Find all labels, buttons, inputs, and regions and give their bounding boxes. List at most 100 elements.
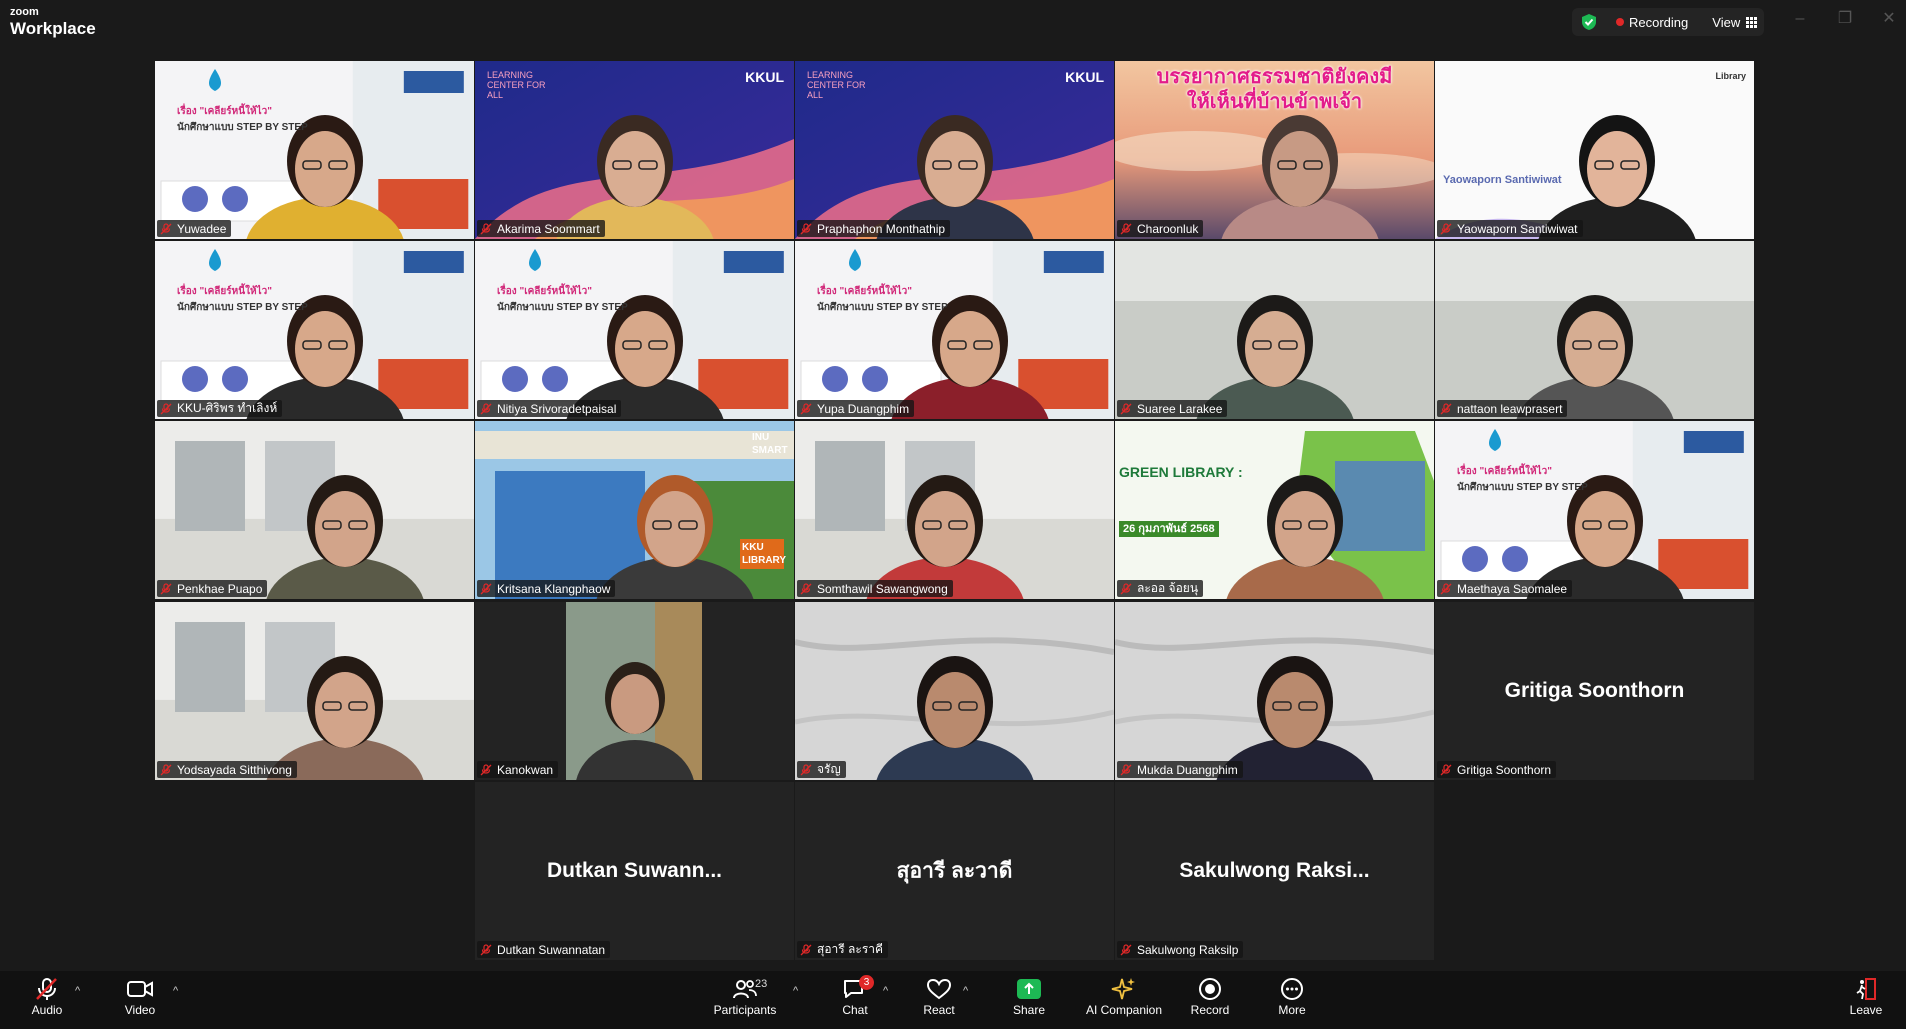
mic-muted-icon — [480, 943, 492, 955]
leave-door-icon — [1826, 975, 1906, 1003]
participant-tile[interactable]: Yodsayada Sitthivong — [155, 602, 474, 780]
participant-tile[interactable]: KKUL LEARNING CENTER FOR ALL Praphaphon Mo… — [795, 61, 1114, 239]
minimize-icon[interactable]: – — [1791, 10, 1809, 28]
participant-name: ละออ จ้อยนุ — [1137, 581, 1199, 595]
more-button[interactable]: More — [1252, 975, 1332, 1017]
banner-line-1: บรรยากาศธรรมชาติยังคงมี — [1156, 66, 1393, 88]
participant-name-tag: Sakulwong Raksilp — [1117, 941, 1244, 958]
participant-tile[interactable]: Sakulwong Raksi... Sakulwong Raksilp — [1115, 782, 1434, 960]
video-label: Video — [124, 1003, 156, 1017]
participant-tile[interactable]: Kanokwan — [475, 602, 794, 780]
recording-dot-icon — [1616, 18, 1624, 26]
video-feed — [1435, 421, 1754, 599]
meeting-controls-toolbar: Audio ^ Video ^ 23 Participants ^ 3 Chat… — [0, 971, 1906, 1029]
participant-name-tag: Somthawil Sawangwong — [797, 580, 953, 597]
view-button[interactable]: View — [1712, 15, 1758, 30]
participant-tile[interactable]: Penkhae Puapo — [155, 421, 474, 599]
participant-name-tag: Nitiya Srivoradetpaisal — [477, 400, 622, 417]
banner-line-2: ให้เห็นที่บ้านข้าพเจ้า — [1186, 91, 1363, 113]
ai-companion-button[interactable]: AI Companion — [1076, 975, 1172, 1017]
audio-options-caret-icon[interactable]: ^ — [75, 985, 80, 997]
participant-tile[interactable]: เรื่อง "เคลียร์หนี้ให้ไว" นักศึกษาแบบ STE… — [475, 241, 794, 419]
share-label: Share — [1012, 1003, 1046, 1017]
participant-name: Nitiya Srivoradetpaisal — [497, 401, 617, 416]
mic-muted-icon — [800, 943, 812, 955]
mic-muted-icon — [160, 402, 172, 414]
participant-tile[interactable]: INU SMART KKU LIBRARY Kritsana Klangphaow — [475, 421, 794, 599]
participant-tile[interactable]: Yaowaporn Santiwiwat Library Yaowaporn San… — [1435, 61, 1754, 239]
chat-label: Chat — [842, 1003, 868, 1017]
kku-library-logo: KKU LIBRARY — [740, 539, 786, 569]
video-feed — [1115, 421, 1434, 599]
title-bar: zoom Workplace Recording View – ❐ ✕ — [0, 0, 1906, 44]
participant-name: Suaree Larakee — [1137, 401, 1223, 416]
record-label: Record — [1190, 1003, 1230, 1017]
share-button[interactable]: Share — [989, 975, 1069, 1017]
participant-name-tag: Charoonluk — [1117, 220, 1204, 237]
participants-options-caret-icon[interactable]: ^ — [793, 985, 798, 997]
participant-name-tag: Mukda Duangphim — [1117, 761, 1243, 778]
video-button[interactable]: Video — [100, 975, 180, 1017]
green-library-title: GREEN LIBRARY : — [1119, 464, 1243, 480]
video-feed — [795, 421, 1114, 599]
video-feed — [155, 241, 474, 419]
kkul-logo: KKUL — [1065, 69, 1104, 85]
record-button[interactable]: Record — [1170, 975, 1250, 1017]
participant-tile[interactable]: Mukda Duangphim — [1115, 602, 1434, 780]
slide-heading: เรื่อง "เคลียร์หนี้ให้ไว" — [177, 286, 272, 297]
participant-tile[interactable]: จรัญ — [795, 602, 1114, 780]
participant-name-tag: Kanokwan — [477, 761, 559, 778]
recording-label[interactable]: Recording — [1629, 15, 1688, 30]
audio-label: Audio — [31, 1003, 63, 1017]
restore-icon[interactable]: ❐ — [1836, 10, 1854, 28]
library-logo: Library — [1715, 71, 1746, 81]
participant-display-name: สุอารี ละวาดี — [896, 859, 1013, 883]
sparkle-icon — [1076, 975, 1172, 1003]
encryption-shield-icon[interactable] — [1580, 13, 1598, 31]
video-feed — [1435, 61, 1754, 239]
mic-muted-icon — [1440, 763, 1452, 775]
slide-subheading: นักศึกษาแบบ STEP BY STEP — [177, 122, 308, 133]
participant-tile[interactable]: Suaree Larakee — [1115, 241, 1434, 419]
participant-tile[interactable]: เรื่อง "เคลียร์หนี้ให้ไว" นักศึกษาแบบ STE… — [155, 61, 474, 239]
participant-tile[interactable]: เรื่อง "เคลียร์หนี้ให้ไว" นักศึกษาแบบ STE… — [1435, 421, 1754, 599]
participant-name: Kanokwan — [497, 762, 554, 777]
participant-name-tag: จรัญ — [797, 761, 846, 778]
learning-center-logo: LEARNING CENTER FOR ALL — [487, 70, 546, 100]
participant-tile[interactable]: Gritiga Soonthorn Gritiga Soonthorn — [1435, 602, 1754, 780]
participant-name: Yupa Duangphim — [817, 401, 910, 416]
mic-muted-icon — [1120, 222, 1132, 234]
mic-muted-icon — [800, 763, 812, 775]
participant-tile[interactable]: เรื่อง "เคลียร์หนี้ให้ไว" นักศึกษาแบบ STE… — [795, 241, 1114, 419]
participant-tile[interactable]: nattaon leawprasert — [1435, 241, 1754, 419]
participant-tile[interactable]: GREEN LIBRARY : 26 กุมภาพันธ์ 2568 ละออ จ้… — [1115, 421, 1434, 599]
mic-muted-icon — [1120, 402, 1132, 414]
video-options-caret-icon[interactable]: ^ — [173, 985, 178, 997]
video-feed — [475, 421, 794, 599]
react-options-caret-icon[interactable]: ^ — [963, 985, 968, 997]
participant-tile[interactable]: สุอารี ละวาดี สุอารี ละราคี — [795, 782, 1114, 960]
participant-tile[interactable]: เรื่อง "เคลียร์หนี้ให้ไว" นักศึกษาแบบ STE… — [155, 241, 474, 419]
participant-tile[interactable]: Somthawil Sawangwong — [795, 421, 1114, 599]
meeting-status-pill: Recording View — [1572, 8, 1764, 36]
participant-name-tag: KKU-ศิริพร ทำเลิงห์ — [157, 400, 283, 417]
mic-muted-icon — [480, 222, 492, 234]
slide-subheading: นักศึกษาแบบ STEP BY STEP — [497, 302, 628, 313]
participants-icon — [705, 975, 785, 1003]
chat-options-caret-icon[interactable]: ^ — [883, 985, 888, 997]
video-feed — [475, 241, 794, 419]
participant-name: Yaowaporn Santiwiwat — [1457, 221, 1578, 236]
app-logo: zoom Workplace — [10, 6, 96, 38]
participant-tile[interactable]: KKUL LEARNING CENTER FOR ALL Akarima Soomm… — [475, 61, 794, 239]
participant-name-tag: Kritsana Klangphaow — [477, 580, 616, 597]
video-feed — [1115, 241, 1434, 419]
background-caption: Yaowaporn Santiwiwat — [1443, 174, 1562, 186]
participant-name: Kritsana Klangphaow — [497, 581, 611, 596]
video-feed — [1115, 602, 1434, 780]
participants-button[interactable]: 23 Participants — [705, 975, 785, 1017]
brand-zoom: zoom — [10, 6, 39, 18]
leave-button[interactable]: Leave — [1826, 975, 1906, 1017]
participant-tile[interactable]: บรรยากาศธรรมชาติยังคงมีให้เห็นที่บ้านข้า… — [1115, 61, 1434, 239]
close-icon[interactable]: ✕ — [1880, 10, 1898, 28]
participant-tile[interactable]: Dutkan Suwann... Dutkan Suwannatan — [475, 782, 794, 960]
